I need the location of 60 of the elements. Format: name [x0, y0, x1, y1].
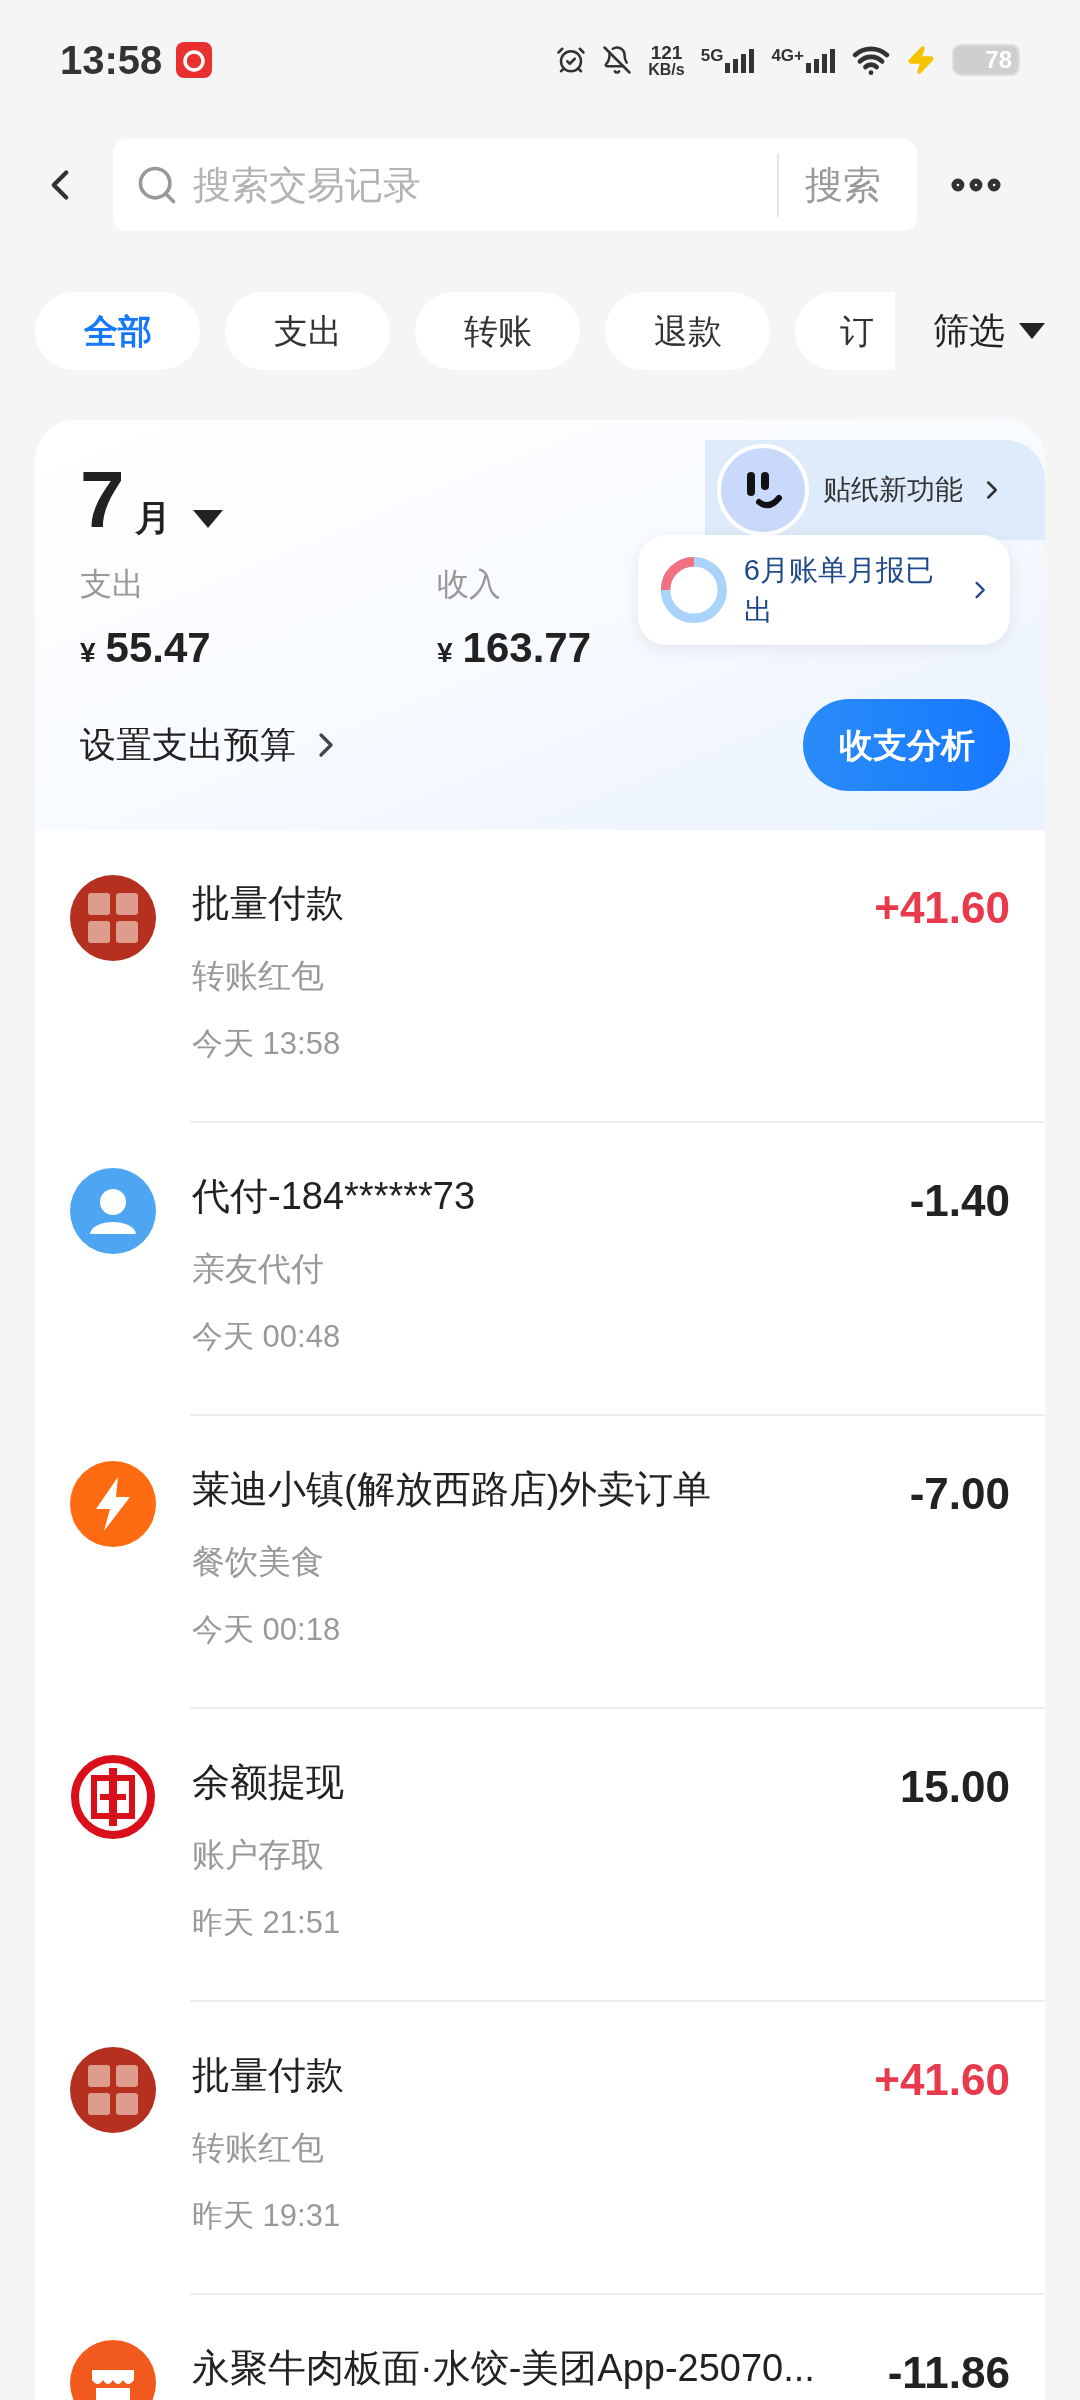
music-app-icon: [176, 42, 213, 78]
transaction-time: 昨天 19:31: [192, 2196, 342, 2235]
bell-off-icon: [602, 45, 633, 75]
transaction-amount: +41.60: [874, 2054, 1010, 2106]
transaction-title: 永聚牛肉板面·水饺-美团App-25070...: [192, 2346, 815, 2391]
filter-chip[interactable]: 全部: [35, 292, 200, 370]
transaction-amount: -1.40: [909, 1175, 1010, 1227]
income-label: 收入: [437, 565, 502, 604]
currency-symbol: ¥: [437, 636, 453, 670]
transaction-category: 转账红包: [192, 2128, 325, 2168]
month-unit: 月: [134, 500, 171, 536]
transaction-title: 莱迪小镇(解放西路店)外卖订单: [192, 1467, 712, 1512]
dropdown-icon: [1019, 323, 1045, 339]
filter-chip[interactable]: 退款: [605, 292, 770, 370]
transaction-category: 转账红包: [192, 956, 325, 996]
net-speed-value: 121: [650, 42, 683, 62]
transaction-amount: +41.60: [874, 882, 1010, 934]
transaction-category: 餐饮美食: [192, 1542, 325, 1582]
bank-logo-icon: [70, 1754, 156, 1840]
transaction-title: 批量付款: [192, 881, 344, 926]
net-speed-unit: KB/s: [648, 61, 685, 78]
signal-icon: [806, 47, 836, 73]
report-tip-text: 6月账单月报已出: [743, 553, 935, 628]
charging-icon: [906, 45, 936, 75]
lightning-logo-icon: [70, 1461, 156, 1547]
alarm-icon: [556, 45, 587, 75]
filter-chip[interactable]: 转账: [415, 292, 580, 370]
avatar-icon: [70, 875, 156, 961]
transaction-amount: 15.00: [899, 1761, 1010, 1813]
income-amount: 163.77: [462, 623, 592, 673]
transaction-category: 亲友代付: [192, 1249, 325, 1289]
analysis-button[interactable]: 收支分析: [803, 699, 1010, 791]
transaction-time: 今天 00:48: [192, 1317, 342, 1356]
smiley-sticker-icon: [717, 444, 809, 536]
transaction-title: 批量付款: [192, 2053, 344, 2098]
filter-chip[interactable]: 订: [795, 292, 895, 370]
month-number: 7: [80, 460, 125, 540]
person-avatar-icon: [70, 1168, 156, 1254]
transaction-time: 今天 13:58: [192, 1024, 342, 1063]
filter-chip[interactable]: 支出: [225, 292, 390, 370]
transaction-title: 余额提现: [192, 1760, 344, 1805]
currency-symbol: ¥: [80, 636, 96, 670]
signal-icon: [725, 47, 756, 73]
status-time: 13:58: [60, 37, 163, 84]
network-type: 4G+: [771, 47, 804, 64]
transaction-amount: -11.86: [887, 2347, 1010, 2399]
transaction-amount: -7.00: [909, 1468, 1010, 1520]
transaction-time: 今天 00:18: [192, 1610, 342, 1649]
network-type: 5G: [700, 47, 724, 64]
budget-link[interactable]: 设置支出预算: [80, 718, 346, 772]
expense-label: 支出: [80, 565, 145, 604]
avatar-icon: [70, 2047, 156, 2133]
transaction-category: 账户存取: [192, 1835, 325, 1875]
expense-amount: 55.47: [105, 623, 211, 673]
transaction-title: 代付-184******73: [192, 1174, 476, 1219]
report-tooltip[interactable]: 6月账单月报已出: [638, 535, 1010, 645]
sticker-promo[interactable]: 贴纸新功能: [705, 440, 1045, 540]
month-dropdown-icon[interactable]: [192, 510, 223, 528]
sticker-promo-text: 贴纸新功能: [823, 473, 963, 507]
transaction-time: 昨天 21:51: [192, 1903, 342, 1942]
